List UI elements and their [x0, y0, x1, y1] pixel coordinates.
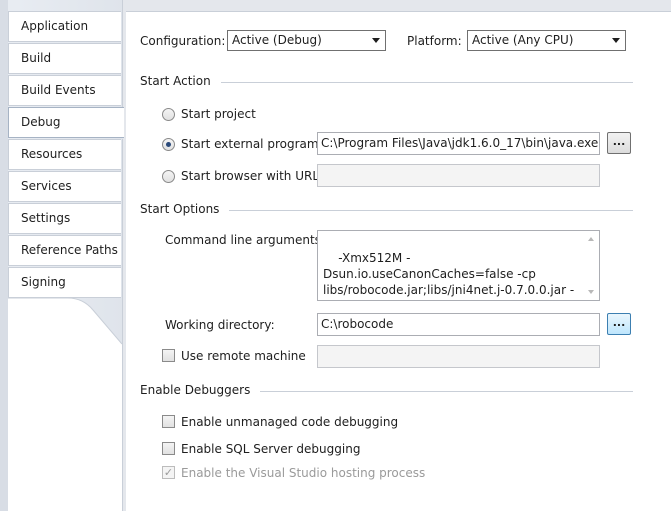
- tab-signing[interactable]: Signing: [8, 267, 121, 298]
- tab-resources[interactable]: Resources: [8, 139, 121, 170]
- tab-debug[interactable]: Debug: [8, 107, 124, 138]
- enable-debuggers-group: Enable Debuggers: [140, 383, 633, 399]
- scroll-up-icon[interactable]: [588, 237, 594, 241]
- cmd-args-label: Command line arguments:: [165, 233, 325, 247]
- tab-strip-tail: [8, 298, 122, 511]
- start-browser-label[interactable]: Start browser with URL:: [181, 169, 323, 183]
- working-dir-label: Working directory:: [165, 318, 275, 332]
- browse-program-button[interactable]: ...: [607, 132, 631, 154]
- debug-page: Configuration: Active (Debug) Platform: …: [126, 12, 671, 511]
- tab-settings[interactable]: Settings: [8, 203, 121, 234]
- hosting-process-label: Enable the Visual Studio hosting process: [181, 466, 426, 480]
- platform-label: Platform:: [407, 34, 462, 48]
- unmanaged-debugging-label[interactable]: Enable unmanaged code debugging: [181, 415, 398, 429]
- cmd-args-textarea[interactable]: -Xmx512M -Dsun.io.useCanonCaches=false -…: [317, 230, 600, 301]
- platform-combo[interactable]: Active (Any CPU): [467, 30, 626, 51]
- chevron-down-icon: [372, 38, 380, 43]
- enable-debuggers-title: Enable Debuggers: [140, 383, 261, 397]
- scroll-down-icon[interactable]: [588, 290, 594, 294]
- sql-debugging-checkbox[interactable]: [162, 442, 175, 455]
- cmd-args-value: -Xmx512M -Dsun.io.useCanonCaches=false -…: [323, 251, 575, 300]
- external-program-input[interactable]: C:\Program Files\Java\jdk1.6.0_17\bin\ja…: [317, 132, 600, 155]
- tab-strip-gutter: [0, 0, 8, 511]
- configuration-label: Configuration:: [140, 34, 226, 48]
- start-action-title: Start Action: [140, 74, 221, 88]
- remote-machine-label[interactable]: Use remote machine: [181, 349, 306, 363]
- start-action-group: Start Action: [140, 74, 633, 90]
- tab-build-events[interactable]: Build Events: [8, 75, 121, 106]
- start-external-radio[interactable]: [162, 138, 175, 151]
- content-frame-border-lower: [122, 139, 123, 511]
- unmanaged-debugging-checkbox[interactable]: [162, 415, 175, 428]
- configuration-value: Active (Debug): [232, 33, 322, 47]
- content-frame-top: [123, 0, 671, 12]
- remote-machine-input[interactable]: [317, 345, 600, 368]
- sql-debugging-label[interactable]: Enable SQL Server debugging: [181, 442, 360, 456]
- working-dir-input[interactable]: C:\robocode: [317, 313, 600, 336]
- browse-working-dir-button[interactable]: ...: [607, 313, 631, 335]
- hosting-process-checkbox[interactable]: ✓: [162, 466, 175, 479]
- chevron-down-icon: [612, 38, 620, 43]
- remote-machine-checkbox[interactable]: [162, 349, 175, 362]
- content-frame-border: [122, 0, 123, 108]
- tab-build[interactable]: Build: [8, 43, 121, 74]
- platform-value: Active (Any CPU): [472, 33, 574, 47]
- start-options-group: Start Options: [140, 202, 633, 218]
- tab-application[interactable]: Application: [8, 11, 121, 42]
- tab-reference-paths[interactable]: Reference Paths: [8, 235, 121, 266]
- start-external-label[interactable]: Start external program:: [181, 137, 323, 151]
- start-project-label[interactable]: Start project: [181, 107, 256, 121]
- start-project-radio[interactable]: [162, 108, 175, 121]
- tab-services[interactable]: Services: [8, 171, 121, 202]
- configuration-combo[interactable]: Active (Debug): [227, 30, 386, 51]
- browser-url-input[interactable]: [317, 164, 600, 187]
- start-browser-radio[interactable]: [162, 170, 175, 183]
- start-options-title: Start Options: [140, 202, 230, 216]
